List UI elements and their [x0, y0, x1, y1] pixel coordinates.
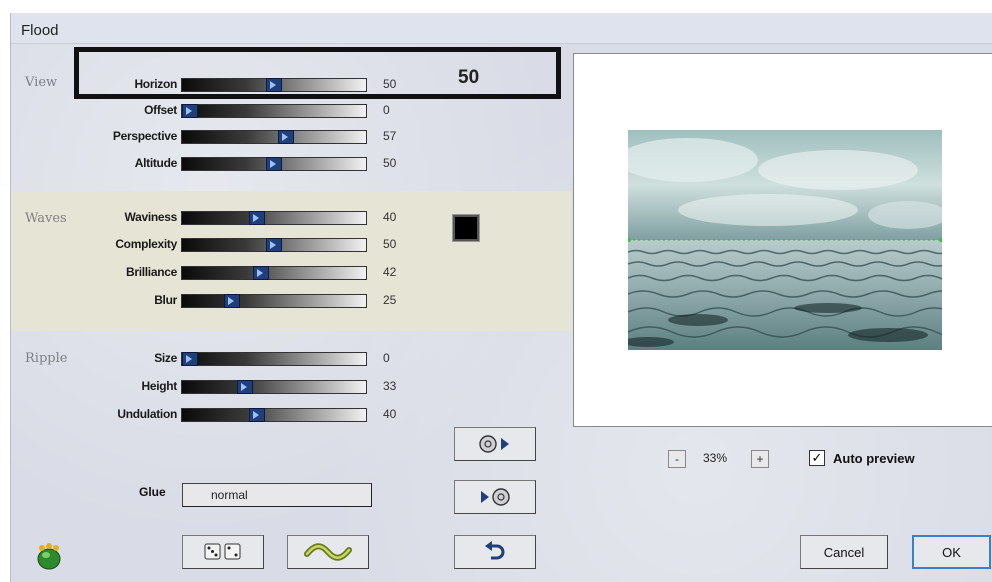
slider-value-height: 33 [383, 379, 397, 393]
slider-label-waviness: Waviness [124, 210, 177, 224]
slider-value-brilliance: 42 [383, 265, 397, 279]
glue-select[interactable]: normal [182, 483, 372, 507]
auto-preview-label: Auto preview [833, 451, 915, 466]
frog-logo-icon [35, 541, 65, 571]
wave-mode-button[interactable] [287, 535, 369, 569]
slider-label-undulation: Undulation [117, 407, 177, 421]
reset-button[interactable] [454, 535, 536, 569]
slider-value-blur: 25 [383, 293, 397, 307]
reset-arrow-icon [485, 541, 505, 560]
title-bar: Flood [11, 13, 992, 44]
slider-label-wrap: Undulation [71, 407, 177, 423]
slider-thumb-waviness[interactable] [249, 211, 265, 225]
slider-thumb-size[interactable] [182, 352, 198, 366]
slider-thumb-altitude[interactable] [266, 157, 282, 171]
ok-button[interactable]: OK [912, 535, 991, 569]
arrow-right-disc-icon [481, 488, 510, 506]
section-label-waves: Waves [25, 211, 67, 226]
slider-label-wrap: Complexity [71, 237, 177, 253]
slider-thumb-brilliance[interactable] [253, 266, 269, 280]
slider-value-offset: 0 [383, 103, 390, 117]
water-color-swatch[interactable] [452, 214, 480, 242]
slider-label-brilliance: Brilliance [125, 265, 177, 279]
slider-thumb-perspective[interactable] [278, 130, 294, 144]
slider-height[interactable] [181, 380, 367, 394]
save-preset-button[interactable] [454, 480, 536, 514]
slider-complexity[interactable] [181, 238, 367, 252]
slider-altitude[interactable] [181, 157, 367, 171]
slider-perspective[interactable] [181, 130, 367, 144]
slider-thumb-blur[interactable] [224, 294, 240, 308]
slider-label-wrap: Waviness [71, 210, 177, 226]
slider-thumb-undulation[interactable] [249, 408, 265, 422]
flood-dialog: Flood View Waves Ripple Horizon 50 Offset 0… [10, 13, 992, 582]
slider-label-altitude: Altitude [134, 156, 178, 170]
slider-thumb-complexity[interactable] [266, 238, 282, 252]
slider-value-complexity: 50 [383, 237, 397, 251]
slider-label-wrap: Size [71, 351, 177, 367]
slider-value-size: 0 [383, 351, 390, 365]
slider-label-wrap: Height [71, 379, 177, 395]
auto-preview-checkbox[interactable]: ✓ [809, 450, 825, 466]
flood-preview-image [628, 130, 942, 350]
slider-value-undulation: 40 [383, 407, 397, 421]
slider-label-wrap: Perspective [71, 129, 177, 145]
section-label-ripple: Ripple [25, 351, 68, 366]
slider-label-perspective: Perspective [112, 129, 177, 143]
preview-panel [573, 53, 992, 427]
slider-size[interactable] [181, 352, 367, 366]
zoom-in-button[interactable]: + [751, 450, 769, 468]
slider-value-altitude: 50 [383, 156, 397, 170]
slider-label-wrap: Altitude [71, 156, 178, 172]
slider-waviness[interactable] [181, 211, 367, 225]
slider-label-wrap: Blur [71, 293, 177, 309]
slider-label-size: Size [154, 351, 177, 365]
section-label-view: View [25, 75, 58, 90]
slider-label-offset: Offset [144, 103, 177, 117]
window-title: Flood [21, 22, 59, 39]
slider-label-height: Height [141, 379, 177, 393]
slider-undulation[interactable] [181, 408, 367, 422]
slider-value-waviness: 40 [383, 210, 397, 224]
cancel-button[interactable]: Cancel [800, 535, 888, 569]
highlight-value: 50 [458, 67, 480, 88]
slider-thumb-height[interactable] [237, 380, 253, 394]
slider-label-wrap: Brilliance [71, 265, 177, 281]
slider-offset[interactable] [181, 104, 367, 118]
slider-label-wrap: Offset [71, 103, 177, 119]
glue-label: Glue [139, 485, 166, 499]
slider-label-blur: Blur [154, 293, 177, 307]
zoom-level: 33% [703, 451, 728, 465]
slider-blur[interactable] [181, 294, 367, 308]
slider-brilliance[interactable] [181, 266, 367, 280]
zoom-out-button[interactable]: - [668, 450, 686, 468]
horizon-highlight-box [74, 47, 561, 99]
dice-icon [204, 543, 241, 560]
load-preset-button[interactable] [454, 427, 536, 461]
slider-thumb-offset[interactable] [182, 104, 198, 118]
slider-label-complexity: Complexity [115, 237, 177, 251]
slider-value-perspective: 57 [383, 129, 397, 143]
wave-icon [304, 543, 352, 561]
randomize-button[interactable] [182, 535, 264, 569]
disc-arrow-right-icon [479, 435, 509, 453]
